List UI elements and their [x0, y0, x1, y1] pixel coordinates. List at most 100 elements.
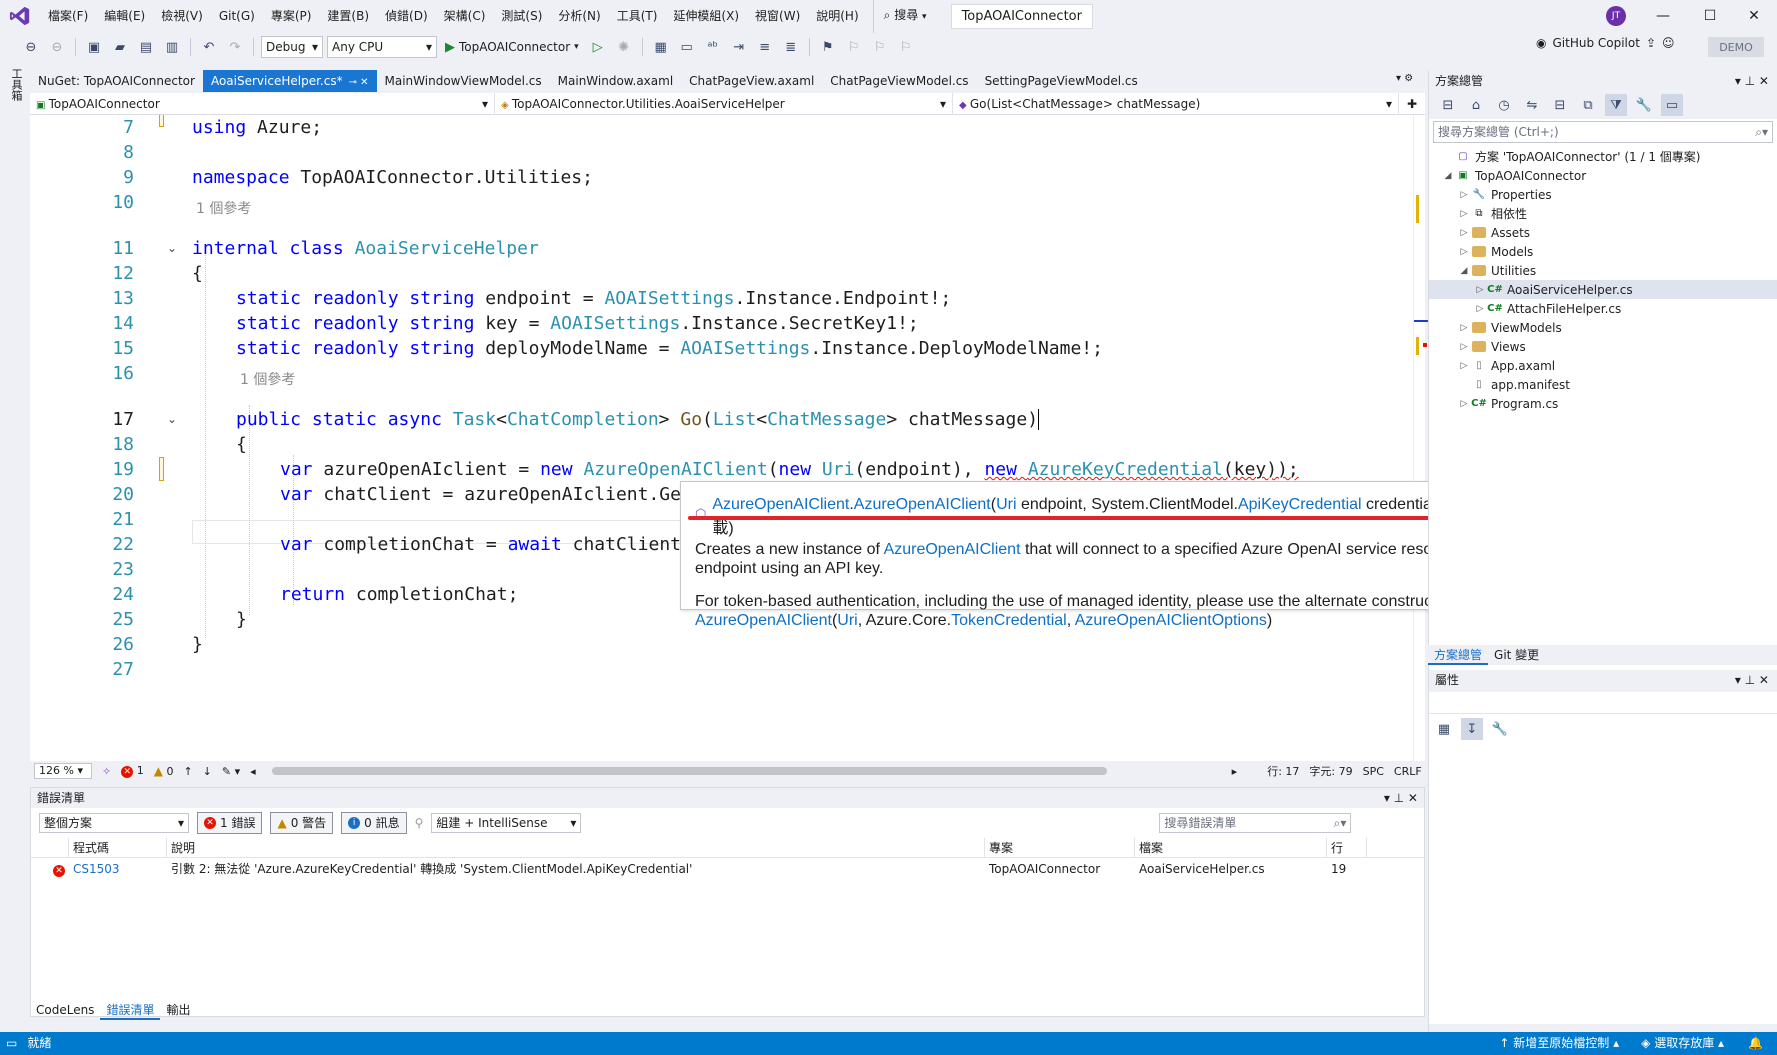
messages-filter-button[interactable]: i0 訊息 — [341, 812, 407, 834]
expand-arrow-icon[interactable]: ▷ — [1473, 285, 1487, 295]
solution-explorer-icon[interactable]: ▦ — [650, 36, 672, 58]
expand-arrow-icon[interactable]: ▷ — [1457, 209, 1471, 219]
document-tab[interactable]: ChatPageView.axaml — [681, 70, 822, 92]
tooltip-apikey-link[interactable]: ApiKeyCredential — [1238, 496, 1362, 513]
menu-item[interactable]: 偵錯(D) — [377, 0, 436, 32]
column-header-project[interactable]: 專案 — [985, 838, 1135, 857]
add-source-control-button[interactable]: ↑ 新增至原始檔控制 ▴ — [1499, 1032, 1619, 1055]
start-without-debugging-icon[interactable]: ▷ — [587, 36, 609, 58]
expand-arrow-icon[interactable]: ▷ — [1457, 323, 1471, 333]
tree-item[interactable]: ▷ C# AttachFileHelper.cs — [1429, 299, 1777, 318]
new-project-icon[interactable]: ▣ — [83, 36, 105, 58]
tooltip-link[interactable]: AzureOpenAIClient — [695, 612, 832, 629]
document-tab[interactable]: MainWindowViewModel.cs — [377, 70, 550, 92]
layout-icon[interactable]: ▭ — [676, 36, 698, 58]
column-header-line[interactable]: 行 — [1327, 838, 1367, 857]
error-code-cell[interactable]: CS1503 — [69, 858, 167, 880]
panel-controls[interactable]: ▾ ⊥ ✕ — [1735, 71, 1769, 91]
object-selector[interactable] — [1429, 692, 1777, 714]
column-header-code[interactable]: 程式碼 — [69, 838, 167, 857]
panel-controls[interactable]: ▾ ⊥ ✕ — [1735, 670, 1769, 690]
split-editor-icon[interactable]: ✚ — [1399, 93, 1425, 114]
document-tab[interactable]: MainWindow.axaml — [550, 70, 682, 92]
menu-item[interactable]: 分析(N) — [550, 0, 608, 32]
expand-arrow-icon[interactable]: ◢ — [1457, 266, 1471, 276]
menu-item[interactable]: 專案(P) — [263, 0, 320, 32]
redo-icon[interactable]: ↷ — [224, 36, 246, 58]
tooltip-link[interactable]: AzureOpenAIClient — [884, 541, 1021, 558]
maximize-button[interactable]: ☐ — [1687, 0, 1733, 32]
avatar[interactable]: JT — [1606, 6, 1626, 26]
save-icon[interactable]: ▤ — [135, 36, 157, 58]
type-dropdown[interactable]: ◈ TopAOAIConnector.Utilities.AoaiService… — [495, 93, 953, 115]
tree-item[interactable]: ▷ ⧉ 相依性 — [1429, 204, 1777, 223]
table-row[interactable]: ✕ CS1503 引數 2: 無法從 'Azure.AzureKeyCreden… — [31, 858, 1424, 880]
menu-item[interactable]: 建置(B) — [319, 0, 377, 32]
preview-icon[interactable]: ▭ — [1661, 94, 1683, 116]
tab-error-list[interactable]: 錯誤清單 — [100, 1000, 161, 1020]
open-folder-icon[interactable]: ▰ — [109, 36, 131, 58]
tree-item[interactable]: ◢ ▣ TopAOAIConnector — [1429, 166, 1777, 185]
document-tab[interactable]: AoaiServiceHelper.cs* ⊸ ✕ — [202, 70, 377, 92]
line-ending-indicator[interactable]: CRLF — [1394, 765, 1422, 778]
warnings-filter-button[interactable]: ▲ 0 警告 — [270, 812, 334, 834]
code-cleanup-icon[interactable]: ✎ ▾ — [222, 765, 240, 778]
start-debugging-button[interactable]: ▶ TopAOAIConnector ▾ — [441, 40, 583, 55]
tab-solution-explorer[interactable]: 方案總管 — [1428, 645, 1489, 665]
platform-dropdown[interactable]: Any CPU ▾ — [327, 36, 437, 58]
project-dropdown[interactable]: ▣ TopAOAIConnector ▾ — [30, 93, 495, 115]
menu-item[interactable]: 架構(C) — [436, 0, 494, 32]
hot-reload-icon[interactable]: ✺ — [613, 36, 635, 58]
tree-item[interactable]: ▷ C# Program.cs — [1429, 394, 1777, 413]
expand-arrow-icon[interactable]: ▷ — [1457, 247, 1471, 257]
categorized-icon[interactable]: ▦ — [1433, 718, 1455, 740]
visual-studio-logo-icon[interactable] — [0, 0, 40, 32]
document-tab[interactable]: SettingPageViewModel.cs — [977, 70, 1146, 92]
solution-explorer-search-input[interactable]: 搜尋方案總管 (Ctrl+;) ⌕▾ — [1433, 121, 1773, 143]
tree-item[interactable]: ▯ app.manifest — [1429, 375, 1777, 394]
notifications-icon[interactable]: 🔔 — [1748, 1032, 1763, 1055]
forward-icon[interactable]: ⊖ — [46, 36, 68, 58]
filter-icon[interactable]: ⚲ — [415, 816, 424, 830]
filter-icon[interactable]: ⧩ — [1605, 94, 1627, 116]
tooltip-link[interactable]: TokenCredential — [951, 612, 1067, 629]
clear-bookmarks-icon[interactable]: ⚐ — [895, 36, 917, 58]
tooltip-uri-link[interactable]: Uri — [996, 496, 1016, 513]
warning-count[interactable]: ▲ 0 — [154, 764, 174, 778]
github-copilot-button[interactable]: ◉ GitHub Copilot ⇪ ☺ — [1536, 36, 1675, 50]
tooltip-link[interactable]: Uri — [837, 612, 857, 629]
editor-vertical-scrollbar[interactable] — [1413, 115, 1436, 761]
menu-item[interactable]: Git(G) — [211, 0, 263, 32]
column-indicator[interactable]: 字元: 79 — [1309, 763, 1352, 779]
bookmark-icon[interactable]: ⚑ — [817, 36, 839, 58]
scroll-right-icon[interactable]: ▸ — [1232, 765, 1238, 778]
format-icon[interactable]: ⇥ — [728, 36, 750, 58]
error-list-search-input[interactable]: 搜尋錯誤清單 ⌕▾ — [1159, 813, 1352, 833]
expand-arrow-icon[interactable]: ▷ — [1457, 190, 1471, 200]
tooltip-type-link[interactable]: AzureOpenAIClient — [712, 496, 849, 513]
column-header-blank[interactable] — [31, 838, 69, 857]
next-bookmark-icon[interactable]: ⚐ — [869, 36, 891, 58]
collapse-icon[interactable]: ⌄ — [167, 407, 177, 432]
tab-git-changes[interactable]: Git 變更 — [1488, 645, 1545, 665]
comment-icon[interactable]: ≡ — [754, 36, 776, 58]
tree-item[interactable]: ▷ Models — [1429, 242, 1777, 261]
previous-issue-icon[interactable]: ↑ — [183, 765, 192, 778]
column-header-description[interactable]: 說明 — [167, 838, 985, 857]
tooltip-link[interactable]: AzureOpenAIClientOptions — [1075, 612, 1267, 629]
member-dropdown[interactable]: ◆ Go(List<ChatMessage> chatMessage) ▾ — [953, 93, 1399, 115]
feedback-icon[interactable]: ☺ — [1662, 36, 1675, 50]
back-icon[interactable]: ⊖ — [20, 36, 42, 58]
menu-item[interactable]: 視窗(W) — [747, 0, 808, 32]
tree-item[interactable]: ▷ Assets — [1429, 223, 1777, 242]
collapse-icon[interactable]: ⌄ — [167, 236, 177, 261]
scroll-left-icon[interactable]: ◂ — [250, 765, 256, 778]
expand-arrow-icon[interactable]: ▷ — [1457, 361, 1471, 371]
codelens-references[interactable]: 1 個參考 — [240, 368, 295, 393]
expand-arrow-icon[interactable]: ▷ — [1457, 228, 1471, 238]
build-filter-dropdown[interactable]: 組建 + IntelliSense ▾ — [431, 813, 582, 833]
errors-filter-button[interactable]: ✕ 1 錯誤 — [197, 812, 263, 834]
home-icon[interactable]: ⌂ — [1465, 94, 1487, 116]
tree-item[interactable]: ▢ 方案 'TopAOAIConnector' (1 / 1 個專案) — [1429, 147, 1777, 166]
zoom-dropdown[interactable]: 126 % ▾ — [34, 763, 92, 779]
